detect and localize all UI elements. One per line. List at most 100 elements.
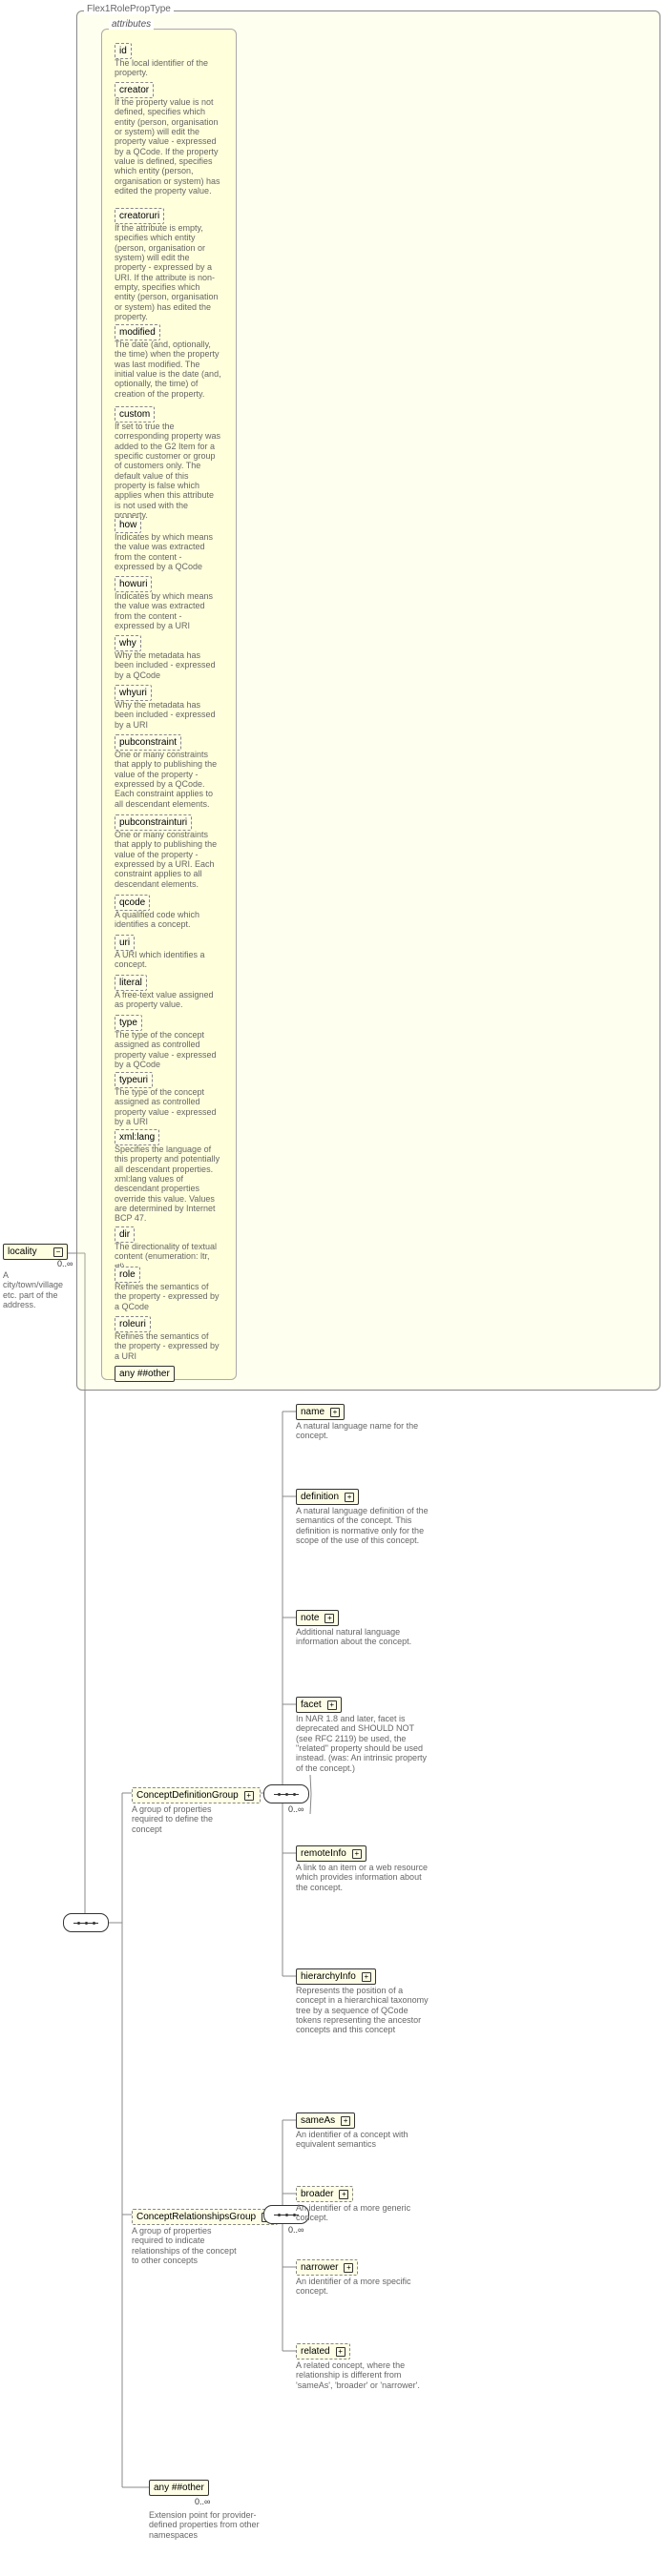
attribute-dir[interactable]: dir xyxy=(115,1226,135,1243)
attribute-uri[interactable]: uri xyxy=(115,935,135,951)
element-hierarchyInfo[interactable]: hierarchyInfo + xyxy=(296,1968,376,1985)
element-description: An identifier of a concept with equivale… xyxy=(296,2130,429,2150)
element-description: A natural language name for the concept. xyxy=(296,1421,429,1441)
root-occurrence: 0..∞ xyxy=(57,1259,73,1268)
attribute-description: Refines the semantics of the property - … xyxy=(115,1331,221,1361)
attribute-description: Refines the semantics of the property - … xyxy=(115,1282,221,1311)
type-name: Flex1RolePropType xyxy=(84,4,174,14)
attribute-description: A free-text value assigned as property v… xyxy=(115,990,221,1010)
sequence-connector[interactable] xyxy=(63,1913,109,1932)
element-definition[interactable]: definition + xyxy=(296,1489,359,1505)
attributes-label: attributes xyxy=(109,19,154,30)
attribute-description: If set to true the corresponding propert… xyxy=(115,422,221,520)
element-narrower[interactable]: narrower + xyxy=(296,2259,358,2276)
element-description: In NAR 1.8 and later, facet is deprecate… xyxy=(296,1714,429,1773)
element-name: name xyxy=(301,1407,325,1417)
expand-icon[interactable]: + xyxy=(336,2347,345,2357)
element-description: An identifier of a more specific concept… xyxy=(296,2277,429,2297)
attribute-literal[interactable]: literal xyxy=(115,975,147,991)
expand-icon[interactable]: + xyxy=(352,1849,362,1859)
attribute-xml-lang[interactable]: xml:lang xyxy=(115,1129,159,1145)
element-facet[interactable]: facet + xyxy=(296,1697,342,1713)
element-description: A related concept, where the relationshi… xyxy=(296,2360,429,2390)
attribute-description: Indicates by which means the value was e… xyxy=(115,591,221,630)
concept-relationships-group-description: A group of properties required to indica… xyxy=(132,2226,244,2265)
expand-icon[interactable]: + xyxy=(244,1791,254,1801)
element-description: Additional natural language information … xyxy=(296,1627,429,1647)
attribute-description: The type of the concept assigned as cont… xyxy=(115,1030,221,1069)
root-element-name: locality xyxy=(8,1247,37,1257)
occurrence-cdg: 0..∞ xyxy=(288,1804,304,1814)
element-name: broader xyxy=(301,2189,333,2199)
expand-icon[interactable]: + xyxy=(339,2190,348,2199)
group-name: ConceptRelationshipsGroup xyxy=(136,2212,256,2222)
element-description: Represents the position of a concept in … xyxy=(296,1986,429,2035)
any-other-element[interactable]: any ##other xyxy=(149,2480,209,2496)
group-name: ConceptDefinitionGroup xyxy=(136,1790,239,1801)
attribute-how[interactable]: how xyxy=(115,517,141,533)
attribute-creatoruri[interactable]: creatoruri xyxy=(115,208,164,224)
element-name: definition xyxy=(301,1492,339,1502)
attribute-description: Indicates by which means the value was e… xyxy=(115,532,221,571)
attribute-description: One or many constraints that apply to pu… xyxy=(115,750,221,809)
element-name: sameAs xyxy=(301,2115,335,2126)
attribute-description: If the attribute is empty, specifies whi… xyxy=(115,223,221,321)
attribute-description: Why the metadata has been included - exp… xyxy=(115,700,221,730)
attribute-description: If the property value is not defined, sp… xyxy=(115,97,221,196)
attribute-role[interactable]: role xyxy=(115,1267,140,1283)
attribute-description: The local identifier of the property. xyxy=(115,58,221,78)
element-name: note xyxy=(301,1613,319,1623)
expand-icon[interactable]: + xyxy=(344,2263,353,2273)
element-description: An identifier of a more generic concept. xyxy=(296,2203,429,2223)
attribute-howuri[interactable]: howuri xyxy=(115,576,152,592)
expand-icon[interactable]: + xyxy=(327,1700,337,1710)
attribute-description: Why the metadata has been included - exp… xyxy=(115,650,221,680)
concept-relationships-group[interactable]: ConceptRelationshipsGroup + xyxy=(132,2209,278,2225)
root-element[interactable]: locality − xyxy=(3,1244,68,1260)
attribute-why[interactable]: why xyxy=(115,635,141,651)
attribute-custom[interactable]: custom xyxy=(115,406,155,422)
attribute-pubconstraint[interactable]: pubconstraint xyxy=(115,734,181,751)
attribute-description: One or many constraints that apply to pu… xyxy=(115,830,221,889)
any-other-attribute[interactable]: any ##other xyxy=(115,1366,175,1382)
element-note[interactable]: note + xyxy=(296,1610,339,1626)
element-name: remoteInfo xyxy=(301,1848,346,1859)
attribute-whyuri[interactable]: whyuri xyxy=(115,685,152,701)
attribute-type[interactable]: type xyxy=(115,1015,142,1031)
element-description: A link to an item or a web resource whic… xyxy=(296,1863,429,1892)
attribute-description: The type of the concept assigned as cont… xyxy=(115,1087,221,1126)
attribute-id[interactable]: id xyxy=(115,43,132,59)
element-name: narrower xyxy=(301,2262,338,2273)
element-name[interactable]: name + xyxy=(296,1404,345,1420)
element-description: A natural language definition of the sem… xyxy=(296,1506,429,1545)
attribute-description: A qualified code which identifies a conc… xyxy=(115,910,221,930)
expand-icon[interactable]: + xyxy=(345,1493,354,1502)
element-name: facet xyxy=(301,1700,322,1710)
expand-icon[interactable]: + xyxy=(341,2116,350,2126)
attribute-description: The date (and, optionally, the time) whe… xyxy=(115,340,221,399)
root-description: A city/town/village etc. part of the add… xyxy=(3,1270,65,1309)
expand-icon[interactable]: + xyxy=(325,1614,334,1623)
occurrence-crg: 0..∞ xyxy=(288,2225,304,2235)
collapse-icon[interactable]: − xyxy=(53,1247,63,1257)
element-remoteInfo[interactable]: remoteInfo + xyxy=(296,1845,366,1862)
attribute-modified[interactable]: modified xyxy=(115,324,160,340)
concept-definition-group[interactable]: ConceptDefinitionGroup + xyxy=(132,1787,261,1803)
element-related[interactable]: related + xyxy=(296,2343,350,2360)
concept-definition-group-description: A group of properties required to define… xyxy=(132,1804,244,1834)
element-name: hierarchyInfo xyxy=(301,1971,356,1982)
attribute-qcode[interactable]: qcode xyxy=(115,895,150,911)
occurrence-any-other: 0..∞ xyxy=(195,2497,210,2506)
element-sameAs[interactable]: sameAs + xyxy=(296,2112,355,2129)
sequence-connector-cdg[interactable] xyxy=(263,1784,309,1803)
element-broader[interactable]: broader + xyxy=(296,2186,353,2202)
attribute-creator[interactable]: creator xyxy=(115,82,154,98)
attribute-description: A URI which identifies a concept. xyxy=(115,950,221,970)
element-name: related xyxy=(301,2346,330,2357)
expand-icon[interactable]: + xyxy=(330,1408,340,1417)
attribute-description: Specifies the language of this property … xyxy=(115,1144,221,1224)
attribute-roleuri[interactable]: roleuri xyxy=(115,1316,151,1332)
attribute-typeuri[interactable]: typeuri xyxy=(115,1072,153,1088)
expand-icon[interactable]: + xyxy=(362,1972,371,1982)
attribute-pubconstrainturi[interactable]: pubconstrainturi xyxy=(115,814,192,831)
